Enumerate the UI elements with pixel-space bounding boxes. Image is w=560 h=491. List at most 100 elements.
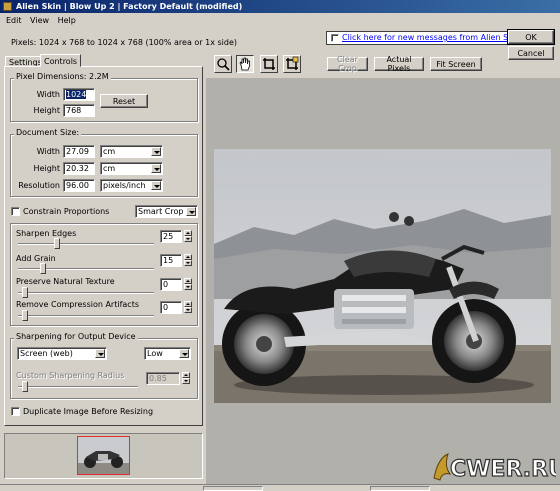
add-grain-value: 15 bbox=[163, 256, 174, 265]
document-size-legend: Document Size: bbox=[14, 128, 82, 138]
cancel-button[interactable]: Cancel bbox=[508, 46, 554, 60]
preserve-texture-label: Preserve Natural Texture bbox=[16, 277, 115, 286]
doc-height-value: 20.32 bbox=[66, 164, 89, 173]
clear-crop-button[interactable]: Clear Crop bbox=[327, 55, 368, 73]
doc-height-label: Height bbox=[33, 164, 60, 173]
add-grain-slider[interactable] bbox=[40, 263, 46, 274]
chevron-down-icon bbox=[151, 181, 161, 190]
sharpen-edges-slider[interactable] bbox=[54, 238, 60, 249]
remove-artifacts-field[interactable]: 0 bbox=[160, 301, 182, 314]
custom-radius-slider[interactable] bbox=[22, 381, 28, 392]
remove-artifacts-track bbox=[18, 315, 154, 317]
watermark-logo-icon: CWER.RU bbox=[433, 453, 560, 483]
custom-radius-spinner[interactable] bbox=[182, 372, 190, 385]
chevron-down-icon bbox=[179, 349, 189, 358]
menu-help[interactable]: Help bbox=[55, 14, 79, 27]
status-bar bbox=[0, 484, 560, 491]
ok-label: OK bbox=[525, 32, 537, 42]
window-title: Alien Skin | Blow Up 2 | Factory Default… bbox=[16, 2, 243, 11]
output-sharpening-legend: Sharpening for Output Device bbox=[14, 332, 138, 342]
ok-button[interactable]: OK bbox=[507, 29, 555, 45]
add-grain-field[interactable]: 15 bbox=[160, 254, 182, 267]
output-device-select[interactable]: Screen (web) bbox=[17, 347, 107, 360]
preserve-texture-slider[interactable] bbox=[22, 287, 28, 298]
sharpen-edges-label: Sharpen Edges bbox=[16, 229, 77, 238]
add-grain-label: Add Grain bbox=[16, 254, 56, 263]
custom-radius-field[interactable]: 0.85 bbox=[146, 372, 180, 385]
preserve-texture-track bbox=[18, 292, 154, 294]
cancel-label: Cancel bbox=[517, 48, 545, 58]
app-icon bbox=[3, 2, 12, 11]
reset-button[interactable]: Reset bbox=[100, 94, 148, 108]
actual-pixels-label: Actual Pixels bbox=[386, 55, 412, 73]
resolution-unit-select[interactable]: pixels/inch bbox=[100, 179, 163, 192]
motorcycle-image bbox=[214, 149, 551, 403]
preserve-texture-field[interactable]: 0 bbox=[160, 278, 182, 291]
sharpening-amount-select[interactable]: Low bbox=[144, 347, 191, 360]
pixel-width-value: 1024 bbox=[66, 90, 87, 99]
title-bar: Alien Skin | Blow Up 2 | Factory Default… bbox=[0, 0, 560, 13]
reset-label: Reset bbox=[112, 96, 136, 106]
pixel-height-field[interactable]: 768 bbox=[63, 104, 95, 117]
sharpen-edges-field[interactable]: 25 bbox=[160, 230, 182, 243]
duplicate-label: Duplicate Image Before Resizing bbox=[23, 407, 154, 416]
resolution-field[interactable]: 96.00 bbox=[63, 179, 95, 192]
doc-width-label: Width bbox=[36, 147, 60, 156]
constrain-checkbox[interactable] bbox=[11, 207, 20, 216]
messages-box[interactable]: Click here for new messages from Alien S… bbox=[326, 31, 520, 45]
add-grain-track bbox=[18, 268, 154, 270]
sharpening-amount-value: Low bbox=[147, 349, 163, 358]
chevron-down-icon bbox=[186, 207, 196, 216]
crop-mode-select[interactable]: Smart Crop bbox=[135, 205, 198, 218]
crop-settings-button[interactable] bbox=[283, 55, 301, 73]
motorcycle-thumbnail-image bbox=[78, 437, 129, 474]
sharpen-edges-value: 25 bbox=[163, 232, 174, 241]
preserve-texture-value: 0 bbox=[163, 280, 169, 289]
chevron-down-icon bbox=[151, 164, 161, 173]
remove-artifacts-spinner[interactable] bbox=[184, 301, 192, 314]
sharpen-edges-spinner[interactable] bbox=[184, 230, 192, 243]
navigator-thumbnail[interactable] bbox=[77, 436, 130, 475]
status-panel-1 bbox=[203, 486, 263, 491]
menu-view[interactable]: View bbox=[27, 14, 52, 27]
add-grain-spinner[interactable] bbox=[184, 254, 192, 267]
remove-artifacts-value: 0 bbox=[163, 303, 169, 312]
actual-pixels-button[interactable]: Actual Pixels bbox=[374, 55, 424, 73]
pixel-info-text: Pixels: 1024 x 768 to 1024 x 768 (100% a… bbox=[11, 38, 237, 47]
watermark: CWER.RU bbox=[430, 448, 560, 484]
pixel-height-label: Height bbox=[33, 106, 60, 115]
messages-link[interactable]: Click here for new messages from Alien S… bbox=[342, 33, 520, 43]
resolution-unit: pixels/inch bbox=[103, 181, 146, 190]
zoom-button[interactable] bbox=[214, 55, 232, 73]
fit-screen-label: Fit Screen bbox=[436, 59, 476, 69]
status-panel-2 bbox=[370, 486, 430, 491]
preserve-texture-spinner[interactable] bbox=[184, 278, 192, 291]
doc-height-unit-select[interactable]: cm bbox=[100, 162, 163, 175]
tab-controls[interactable]: Controls bbox=[40, 54, 82, 67]
tab-controls-label: Controls bbox=[44, 57, 78, 66]
hand-button[interactable] bbox=[236, 55, 254, 73]
doc-height-unit: cm bbox=[103, 164, 116, 173]
preview-image[interactable] bbox=[214, 149, 551, 403]
custom-radius-value: 0.85 bbox=[149, 374, 167, 383]
duplicate-checkbox[interactable] bbox=[11, 407, 20, 416]
pixel-dimensions-legend: Pixel Dimensions: 2.2M bbox=[14, 72, 111, 82]
menu-edit[interactable]: Edit bbox=[3, 14, 25, 27]
resolution-value: 96.00 bbox=[66, 181, 89, 190]
hand-icon bbox=[239, 57, 250, 71]
chevron-down-icon bbox=[151, 147, 161, 156]
chevron-down-icon bbox=[95, 349, 105, 358]
constrain-label: Constrain Proportions bbox=[23, 207, 110, 216]
fit-screen-button[interactable]: Fit Screen bbox=[430, 57, 482, 71]
doc-width-unit-select[interactable]: cm bbox=[100, 145, 163, 158]
crop-settings-icon bbox=[286, 56, 299, 70]
sharpen-edges-track bbox=[18, 243, 154, 245]
pixel-width-field[interactable]: 1024 bbox=[63, 88, 95, 101]
doc-width-field[interactable]: 27.09 bbox=[63, 145, 95, 158]
doc-height-field[interactable]: 20.32 bbox=[63, 162, 95, 175]
remove-artifacts-slider[interactable] bbox=[22, 310, 28, 321]
crop-button[interactable] bbox=[260, 55, 278, 73]
menu-bar: Edit View Help bbox=[0, 14, 560, 27]
pixel-height-value: 768 bbox=[66, 106, 82, 115]
output-device-value: Screen (web) bbox=[20, 349, 73, 358]
